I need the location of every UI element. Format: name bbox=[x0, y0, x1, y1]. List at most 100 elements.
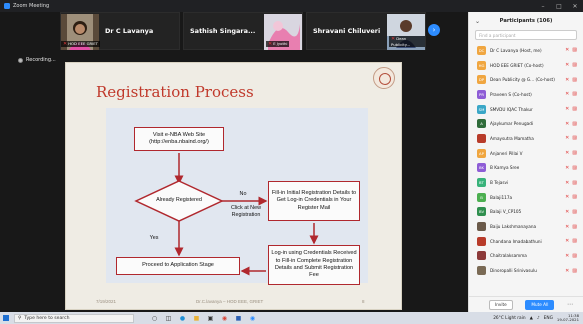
participant-name: Chandana Imadabathuni bbox=[490, 238, 542, 244]
mic-off-icon[interactable]: ✕ bbox=[565, 180, 569, 186]
participant-row[interactable]: DC Dr C Lavanya (Host, me) ✕ ▨ bbox=[469, 43, 583, 58]
more-options-icon[interactable]: ⋯ bbox=[567, 301, 573, 308]
video-off-icon[interactable]: ▨ bbox=[572, 253, 577, 259]
mute-all-button[interactable]: Mute All bbox=[525, 299, 555, 310]
weather-text[interactable]: 26°C Light rain bbox=[493, 316, 525, 321]
mic-off-icon[interactable]: ✕ bbox=[565, 77, 569, 83]
zoom-app-icon[interactable]: ◉ bbox=[248, 315, 257, 322]
tile-name: Shravani Chiluveri bbox=[313, 27, 381, 35]
invite-button[interactable]: Invite bbox=[489, 299, 513, 310]
mic-off-icon[interactable]: ✕ bbox=[565, 106, 569, 112]
participant-row[interactable]: Amaysutra Mamatha ✕ ▨ bbox=[469, 131, 583, 146]
participant-row[interactable]: Chaitralaksamma ✕ ▨ bbox=[469, 249, 583, 264]
video-off-icon[interactable]: ▨ bbox=[572, 209, 577, 215]
mic-off-icon[interactable]: ✕ bbox=[565, 209, 569, 215]
participant-row[interactable]: DP Dean Publicity @ G... (Co-host) ✕ ▨ bbox=[469, 72, 583, 87]
participant-search-input[interactable]: Find a participant bbox=[475, 30, 577, 40]
video-off-icon[interactable]: ▨ bbox=[572, 106, 577, 112]
chevron-right-icon[interactable]: › bbox=[428, 24, 440, 36]
slide-footer-center: Dr.C.lavanya – HOD EEE, GRIET bbox=[196, 299, 264, 304]
task-view-icon[interactable]: ◫ bbox=[164, 315, 173, 322]
chrome-icon[interactable]: ◉ bbox=[220, 315, 229, 322]
avatar: A bbox=[477, 119, 486, 129]
flow-decision-label: Already Registered bbox=[156, 197, 202, 203]
store-icon[interactable]: ▣ bbox=[206, 315, 215, 322]
video-off-icon[interactable]: ▨ bbox=[572, 135, 577, 141]
mic-off-icon: ✕ bbox=[268, 41, 273, 47]
participant-row[interactable]: PR Praveen S (Co-host) ✕ ▨ bbox=[469, 87, 583, 102]
participant-name: Anjaneri Pillai V bbox=[490, 150, 523, 156]
participant-row[interactable]: AP Anjaneri Pillai V ✕ ▨ bbox=[469, 146, 583, 161]
mic-off-icon[interactable]: ✕ bbox=[565, 62, 569, 68]
participant-status: ✕ ▨ bbox=[565, 224, 577, 230]
mic-off-icon[interactable]: ✕ bbox=[565, 165, 569, 171]
windows-logo-icon bbox=[2, 314, 10, 322]
minimize-icon[interactable]: – bbox=[535, 0, 551, 12]
cortana-icon[interactable]: ○ bbox=[150, 315, 159, 322]
mic-off-icon[interactable]: ✕ bbox=[565, 238, 569, 244]
participant-row[interactable]: BK B Kamya Sree ✕ ▨ bbox=[469, 161, 583, 176]
panel-header: ⌄ Participants (106) bbox=[469, 12, 583, 30]
video-tile[interactable]: Sathish Singara... ✕E Jyothi bbox=[183, 12, 303, 50]
recording-indicator[interactable]: Recording... bbox=[18, 57, 56, 63]
flow-box-login: Log-in using Credentials Received to Fil… bbox=[268, 245, 360, 285]
participant-list: DC Dr C Lavanya (Host, me) ✕ ▨ HG HOD EEE GRI… bbox=[469, 43, 583, 278]
participant-row[interactable]: B Balaji117a ✕ ▨ bbox=[469, 190, 583, 205]
video-off-icon[interactable]: ▨ bbox=[572, 268, 577, 274]
participant-row[interactable]: BT B Tejasvi ✕ ▨ bbox=[469, 175, 583, 190]
tile-thumb-label: ✕HOD EEE GRIET bbox=[61, 41, 100, 47]
participant-name: Baiju Lakshmanayana bbox=[490, 224, 537, 230]
participant-status: ✕ ▨ bbox=[565, 135, 577, 141]
video-off-icon[interactable]: ▨ bbox=[572, 224, 577, 230]
volume-icon[interactable]: ♪ bbox=[537, 316, 540, 321]
mic-off-icon[interactable]: ✕ bbox=[565, 253, 569, 259]
video-tile[interactable]: Dr C Lavanya ✕HOD EEE GRIET bbox=[60, 12, 180, 50]
mic-off-icon[interactable]: ✕ bbox=[565, 135, 569, 141]
participant-row[interactable]: Baiju Lakshmanayana ✕ ▨ bbox=[469, 219, 583, 234]
video-off-icon[interactable]: ▨ bbox=[572, 180, 577, 186]
video-off-icon[interactable]: ▨ bbox=[572, 62, 577, 68]
video-off-icon[interactable]: ▨ bbox=[572, 121, 577, 127]
participant-row[interactable]: A Ajaykumar Penugadi ✕ ▨ bbox=[469, 116, 583, 131]
participant-row[interactable]: SM SMVDU IQAC Thakur ✕ ▨ bbox=[469, 102, 583, 117]
participant-name: SMVDU IQAC Thakur bbox=[490, 106, 533, 112]
video-off-icon[interactable]: ▨ bbox=[572, 238, 577, 244]
taskbar-search-input[interactable]: ⚲ Type here to search bbox=[14, 313, 134, 323]
video-off-icon[interactable]: ▨ bbox=[572, 47, 577, 53]
mic-off-icon[interactable]: ✕ bbox=[565, 194, 569, 200]
maximize-icon[interactable]: □ bbox=[551, 0, 567, 12]
network-icon[interactable]: ▲ bbox=[530, 316, 533, 321]
mic-off-icon[interactable]: ✕ bbox=[565, 47, 569, 53]
participant-row[interactable]: HG HOD EEE GRIET (Co-host) ✕ ▨ bbox=[469, 58, 583, 73]
close-icon[interactable]: ✕ bbox=[567, 0, 583, 12]
video-off-icon[interactable]: ▨ bbox=[572, 150, 577, 156]
record-icon bbox=[18, 57, 23, 63]
clock[interactable]: 11:38 19-07-2021 bbox=[557, 313, 579, 322]
participant-row[interactable]: BV Balaji V_CP105 ✕ ▨ bbox=[469, 205, 583, 220]
search-icon: ⚲ bbox=[18, 315, 22, 321]
video-tile[interactable]: Shravani Chiluveri ✕Dean Publicity... bbox=[306, 12, 426, 50]
panel-footer: Invite Mute All ⋯ bbox=[469, 296, 583, 312]
participant-row[interactable]: Chandana Imadabathuni ✕ ▨ bbox=[469, 234, 583, 249]
chevron-down-icon[interactable]: ⌄ bbox=[475, 18, 480, 25]
mic-off-icon[interactable]: ✕ bbox=[565, 224, 569, 230]
meeting-stage: Dr C Lavanya ✕HOD EEE GRIET Sathish Sing… bbox=[0, 12, 468, 312]
mic-off-icon[interactable]: ✕ bbox=[565, 150, 569, 156]
start-button[interactable] bbox=[0, 312, 12, 324]
participant-status: ✕ ▨ bbox=[565, 268, 577, 274]
edge-icon[interactable]: ● bbox=[178, 315, 187, 322]
participant-status: ✕ ▨ bbox=[565, 121, 577, 127]
video-off-icon[interactable]: ▨ bbox=[572, 91, 577, 97]
mic-off-icon[interactable]: ✕ bbox=[565, 121, 569, 127]
flow-yes-label: Yes bbox=[149, 235, 159, 241]
video-off-icon[interactable]: ▨ bbox=[572, 165, 577, 171]
word-icon[interactable]: ■ bbox=[234, 315, 243, 322]
participant-row[interactable]: Dinoropalli Srinivasulu ✕ ▨ bbox=[469, 263, 583, 278]
mic-off-icon[interactable]: ✕ bbox=[565, 268, 569, 274]
language-text[interactable]: ENG bbox=[544, 316, 553, 321]
file-explorer-icon[interactable]: ■ bbox=[192, 315, 201, 322]
avatar bbox=[477, 266, 486, 276]
video-off-icon[interactable]: ▨ bbox=[572, 194, 577, 200]
video-off-icon[interactable]: ▨ bbox=[572, 77, 577, 83]
mic-off-icon[interactable]: ✕ bbox=[565, 91, 569, 97]
